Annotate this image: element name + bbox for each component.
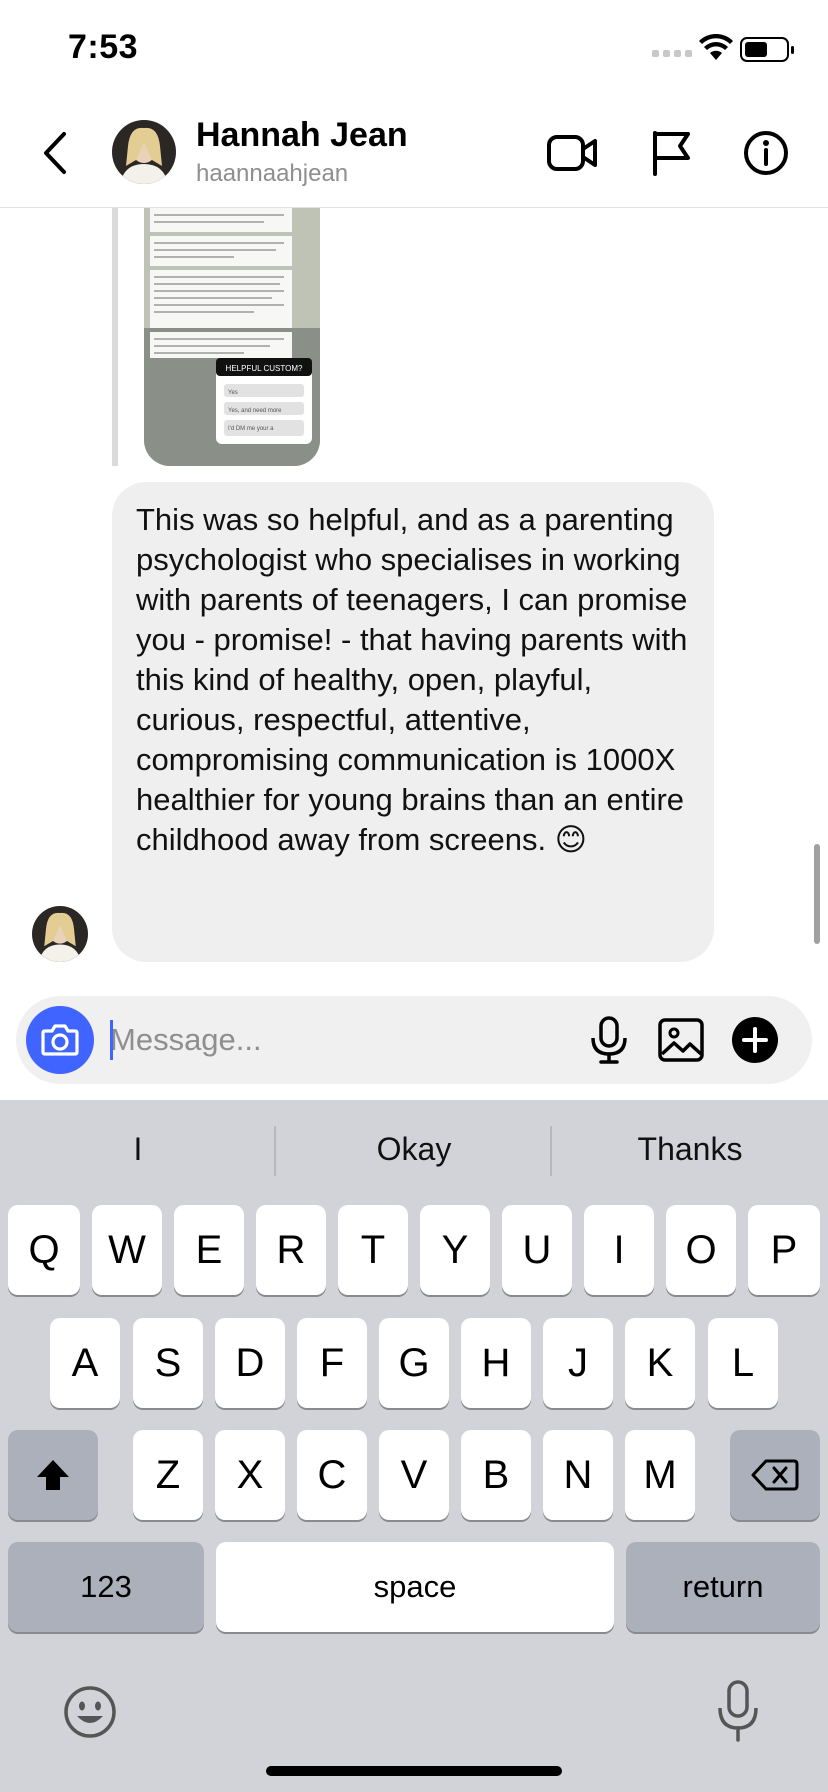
dictation-microphone-icon[interactable] xyxy=(710,1678,766,1744)
shift-key[interactable] xyxy=(8,1430,98,1520)
key[interactable]: D xyxy=(215,1318,285,1408)
key[interactable]: H xyxy=(461,1318,531,1408)
gallery-icon[interactable] xyxy=(654,1012,708,1068)
battery-icon xyxy=(740,37,794,62)
keyboard: I Okay Thanks Q W E R T Y U I O P A S D … xyxy=(0,1100,828,1792)
key[interactable]: M xyxy=(625,1430,695,1520)
key[interactable]: Y xyxy=(420,1205,490,1295)
info-icon[interactable] xyxy=(740,128,794,178)
camera-button[interactable] xyxy=(26,1006,94,1074)
key[interactable]: S xyxy=(133,1318,203,1408)
key[interactable]: A xyxy=(50,1318,120,1408)
key[interactable]: X xyxy=(215,1430,285,1520)
key[interactable]: B xyxy=(461,1430,531,1520)
key[interactable]: C xyxy=(297,1430,367,1520)
reply-indicator-line xyxy=(112,208,118,466)
camera-icon xyxy=(41,1024,79,1056)
key[interactable]: P xyxy=(748,1205,820,1295)
add-icon[interactable] xyxy=(728,1012,782,1068)
shift-icon xyxy=(37,1460,69,1490)
key[interactable]: N xyxy=(543,1430,613,1520)
key[interactable]: F xyxy=(297,1318,367,1408)
contact-username[interactable]: haannaahjean xyxy=(196,160,348,188)
contact-avatar[interactable] xyxy=(112,120,176,184)
key[interactable]: R xyxy=(256,1205,326,1295)
backspace-icon xyxy=(751,1459,799,1491)
numbers-key[interactable]: 123 xyxy=(8,1542,204,1632)
scrollbar[interactable] xyxy=(814,844,820,944)
key[interactable]: G xyxy=(379,1318,449,1408)
shared-post-title: HELPFUL CUSTOM? xyxy=(226,364,303,373)
message-bubble[interactable]: This was so helpful, and as a parenting … xyxy=(112,482,714,962)
return-key[interactable]: return xyxy=(626,1542,820,1632)
key[interactable]: W xyxy=(92,1205,162,1295)
message-composer xyxy=(16,996,812,1084)
text-caret xyxy=(110,1020,113,1060)
message-thread[interactable]: HELPFUL CUSTOM? Yes Yes, and need more I… xyxy=(0,208,828,986)
suggestion-1[interactable]: I xyxy=(0,1100,276,1198)
key[interactable]: E xyxy=(174,1205,244,1295)
sender-avatar[interactable] xyxy=(32,906,88,962)
key[interactable]: V xyxy=(379,1430,449,1520)
key[interactable]: K xyxy=(625,1318,695,1408)
chat-header: Hannah Jean haannaahjean xyxy=(0,100,828,208)
key[interactable]: I xyxy=(584,1205,654,1295)
video-call-icon[interactable] xyxy=(546,128,600,178)
microphone-icon[interactable] xyxy=(582,1012,636,1068)
message-input[interactable] xyxy=(110,1012,550,1068)
key[interactable]: L xyxy=(708,1318,778,1408)
key[interactable]: O xyxy=(666,1205,736,1295)
contact-name[interactable]: Hannah Jean xyxy=(196,116,408,155)
space-key[interactable]: space xyxy=(216,1542,614,1632)
cellular-signal-icon xyxy=(652,50,692,57)
suggestion-2[interactable]: Okay xyxy=(276,1100,552,1198)
emoji-icon[interactable] xyxy=(62,1684,118,1740)
shared-post-option: Yes, and need more xyxy=(228,408,282,414)
shared-post-option: Yes xyxy=(228,390,238,396)
key[interactable]: Z xyxy=(133,1430,203,1520)
status-bar: 7:53 xyxy=(0,0,828,100)
shared-story-image[interactable]: HELPFUL CUSTOM? Yes Yes, and need more I… xyxy=(144,208,320,466)
key[interactable]: J xyxy=(543,1318,613,1408)
wifi-icon xyxy=(699,34,733,60)
flag-icon[interactable] xyxy=(646,128,700,178)
suggestion-3[interactable]: Thanks xyxy=(552,1100,828,1198)
delete-key[interactable] xyxy=(730,1430,820,1520)
back-chevron-icon[interactable] xyxy=(36,128,76,178)
home-indicator xyxy=(266,1766,562,1776)
key[interactable]: Q xyxy=(8,1205,80,1295)
key[interactable]: U xyxy=(502,1205,572,1295)
shared-post-option: I'd DM me your a xyxy=(228,426,274,432)
status-time: 7:53 xyxy=(68,28,139,66)
key[interactable]: T xyxy=(338,1205,408,1295)
